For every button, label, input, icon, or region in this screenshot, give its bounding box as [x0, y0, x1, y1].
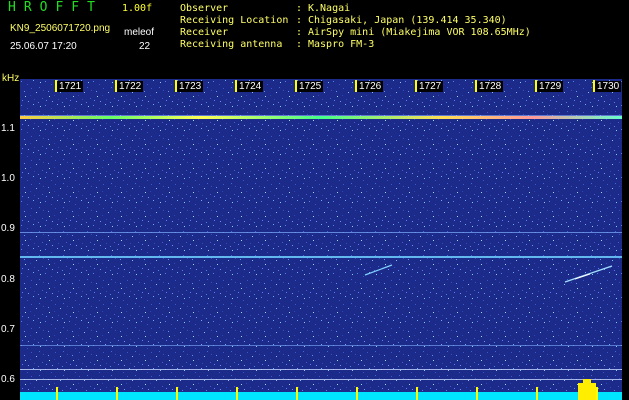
- signal-band: [20, 369, 622, 370]
- burst-marker: [578, 383, 596, 400]
- info-key: Receiving Location: [180, 15, 289, 26]
- y-axis-label: 0.7: [1, 324, 15, 335]
- y-axis-label: 0.9: [1, 223, 15, 234]
- time-label: 1729: [537, 81, 564, 92]
- spectrogram-canvas: [20, 79, 622, 400]
- count-value: 22: [139, 41, 151, 52]
- time-label: 1726: [357, 81, 384, 92]
- app-title: HROFFT: [8, 0, 103, 15]
- file-name: KN9_2506071720.png: [10, 23, 111, 34]
- carrier-line: [20, 116, 622, 119]
- time-label: 1727: [417, 81, 444, 92]
- signal-band: [20, 256, 622, 258]
- mode-label: meleof: [124, 27, 155, 38]
- baseline-bar: [20, 392, 622, 400]
- signal-band: [20, 232, 622, 233]
- time-label: 1725: [297, 81, 324, 92]
- info-row-observer: Observer: K.Nagai: [180, 3, 351, 14]
- time-label: 1722: [117, 81, 144, 92]
- info-key: Receiving antenna: [180, 39, 283, 50]
- time-label: 1721: [57, 81, 84, 92]
- info-value: K.Nagai: [308, 3, 351, 14]
- info-value: Maspro FM-3: [308, 39, 375, 50]
- info-row-receiver: Receiver: AirSpy mini (Miakejima VOR 108.…: [180, 27, 531, 38]
- signal-band: [20, 379, 622, 380]
- datetime-label: 25.06.07 17:20: [10, 41, 77, 52]
- info-value: Chigasaki, Japan (139.414 35.340): [308, 15, 507, 26]
- app-version: 1.00f: [122, 3, 153, 14]
- time-label: 1730: [595, 81, 622, 92]
- axis-unit-label: kHz: [2, 73, 20, 84]
- noise-background: [20, 79, 622, 400]
- y-axis-label: 1.1: [1, 123, 15, 134]
- y-axis-label: 0.6: [1, 374, 15, 385]
- y-axis-label: 1.0: [1, 173, 15, 184]
- info-row-location: Receiving Location: Chigasaki, Japan (139…: [180, 15, 507, 26]
- y-axis-label: 0.8: [1, 274, 15, 285]
- time-label: 1724: [237, 81, 264, 92]
- info-value: AirSpy mini (Miakejima VOR 108.65MHz): [308, 27, 531, 38]
- signal-band: [20, 345, 622, 346]
- info-key: Receiver: [180, 27, 229, 38]
- info-key: Observer: [180, 3, 229, 14]
- time-label: 1723: [177, 81, 204, 92]
- time-label: 1728: [477, 81, 504, 92]
- info-row-antenna: Receiving antenna: Maspro FM-3: [180, 39, 375, 50]
- spectrogram-plot: [20, 79, 622, 400]
